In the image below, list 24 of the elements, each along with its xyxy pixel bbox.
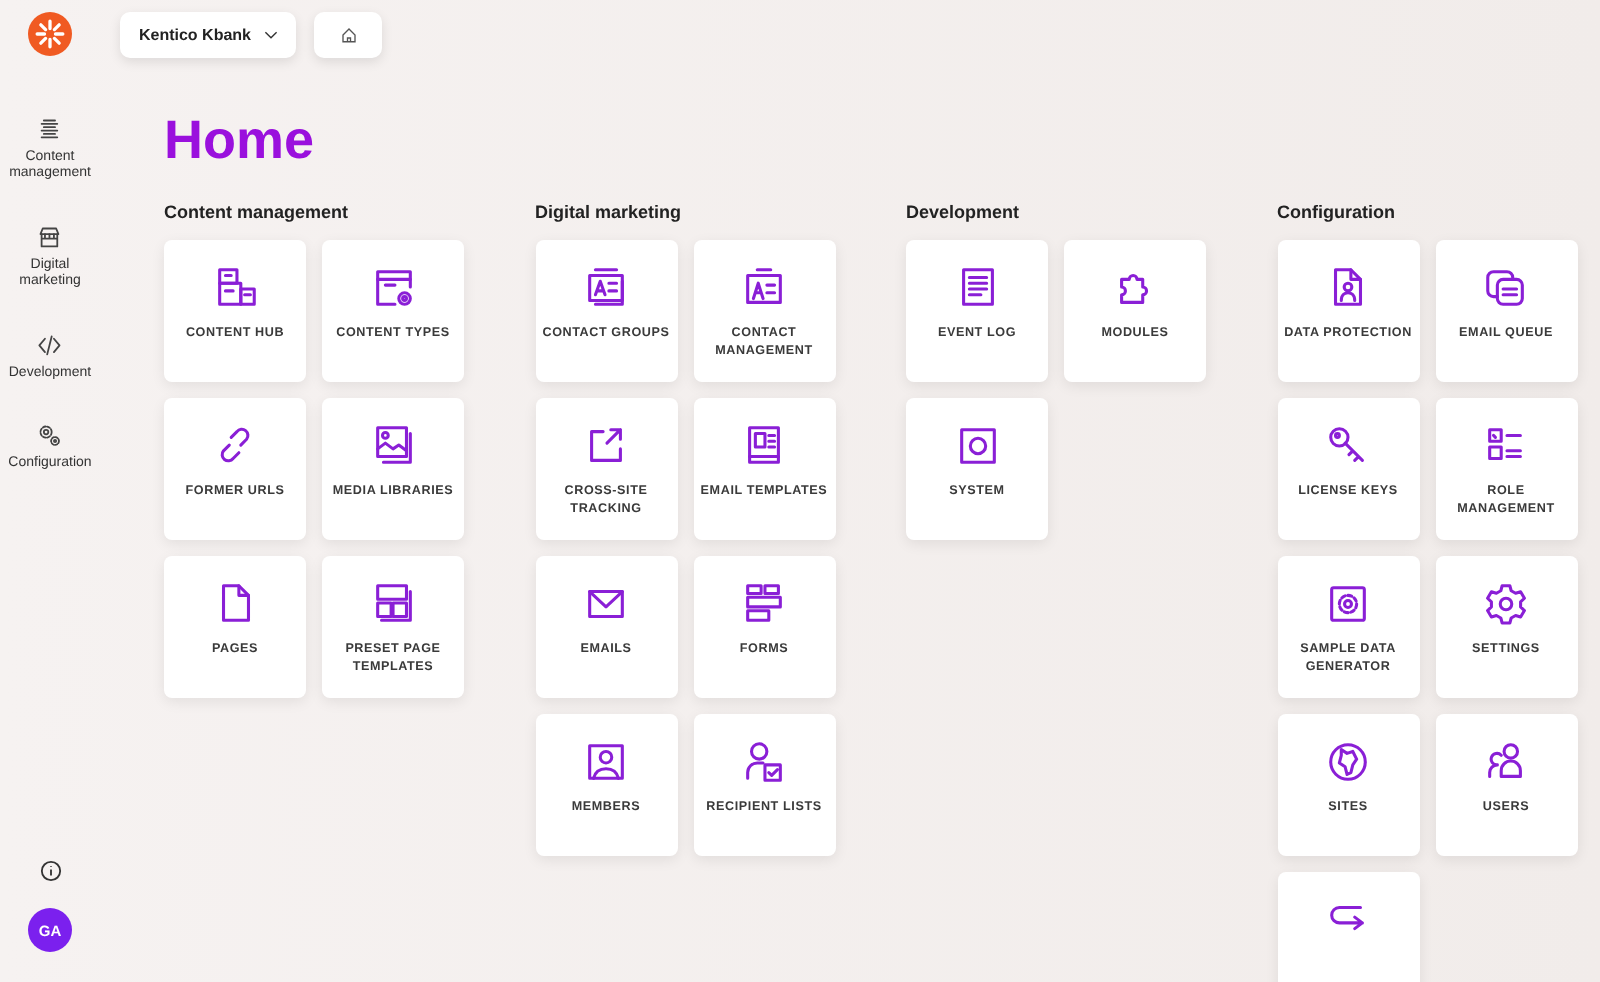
gear-icon	[1482, 580, 1530, 628]
globe-icon	[1324, 738, 1372, 786]
section-heading: Development	[906, 202, 1022, 222]
caret-icon	[263, 30, 277, 40]
section-heading: Content management	[164, 202, 351, 222]
page-title: Home	[164, 108, 317, 172]
stacked-messages-icon	[1482, 264, 1530, 312]
section-heading: Configuration	[1277, 202, 1397, 222]
site-selector[interactable]: Kentico Kbank	[120, 12, 296, 58]
id-cards-icon	[582, 264, 630, 312]
section-heading: Digital marketing	[535, 202, 684, 222]
store-icon	[36, 223, 64, 252]
form-icon	[740, 580, 788, 628]
app-tile[interactable]	[1277, 872, 1419, 982]
list-stack-icon	[36, 116, 64, 144]
portrait-icon	[582, 738, 630, 786]
gear-box-icon	[1324, 580, 1372, 628]
house-icon	[339, 26, 357, 44]
gears-icon	[36, 421, 64, 450]
code-icon	[36, 331, 64, 360]
info-icon[interactable]	[39, 860, 61, 882]
logo-icon[interactable]	[28, 12, 72, 56]
person-check-icon	[740, 738, 788, 786]
home-button[interactable]	[314, 12, 382, 58]
